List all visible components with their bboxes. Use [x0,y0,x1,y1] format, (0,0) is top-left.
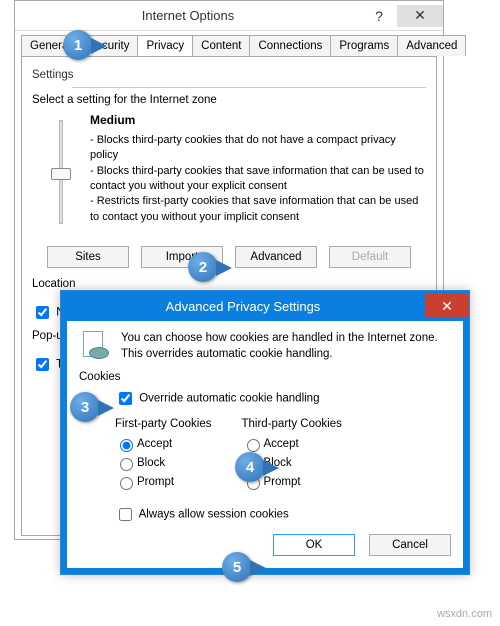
cookies-group: Cookies Override automatic cookie handli… [79,371,451,524]
dialog-title: Advanced Privacy Settings [61,299,425,314]
privacy-level-description: Medium - Blocks third-party cookies that… [90,112,426,232]
callout-2: 2 [188,252,218,282]
advanced-button[interactable]: Advanced [235,246,317,268]
privacy-level-name: Medium [90,112,426,129]
first-party-column: First-party Cookies Accept Block Prompt [115,418,212,493]
cancel-button[interactable]: Cancel [369,534,451,556]
privacy-icon [79,331,111,363]
sites-button[interactable]: Sites [47,246,129,268]
cookies-label: Cookies [79,371,451,383]
advanced-privacy-dialog: Advanced Privacy Settings ✕ You can choo… [60,290,470,575]
never-allow-location-checkbox[interactable] [36,306,49,319]
first-party-block-label: Block [137,457,165,469]
bullet-3: - Restricts first-party cookies that sav… [90,194,426,225]
titlebar: Internet Options ? ✕ [15,1,443,31]
zone-text: Select a setting for the Internet zone [32,94,426,106]
bullet-2: - Blocks third-party cookies that save i… [90,164,426,195]
callout-3: 3 [70,392,100,422]
tab-programs[interactable]: Programs [330,35,398,56]
window-title: Internet Options [15,8,361,23]
divider [72,87,426,88]
dialog-titlebar: Advanced Privacy Settings ✕ [61,291,469,321]
slider-thumb[interactable] [51,168,71,180]
privacy-slider[interactable] [46,112,76,232]
third-party-accept-label: Accept [264,438,299,450]
tab-privacy[interactable]: Privacy [137,35,193,56]
third-party-prompt-label: Prompt [264,476,301,488]
info-text: You can choose how cookies are handled i… [121,331,438,363]
session-cookies-checkbox[interactable] [119,508,132,521]
first-party-accept-radio[interactable] [120,439,133,452]
first-party-block-radio[interactable] [120,458,133,471]
session-row: Always allow session cookies [115,505,451,524]
location-group-label: Location [32,278,426,290]
callout-5: 5 [222,552,252,582]
tab-content[interactable]: Content [192,35,250,56]
session-cookies-label: Always allow session cookies [139,509,289,521]
info-line-1: You can choose how cookies are handled i… [121,331,438,347]
first-party-accept-label: Accept [137,438,172,450]
watermark: wsxdn.com [437,608,492,620]
cookie-columns: First-party Cookies Accept Block Prompt … [115,418,451,493]
override-checkbox[interactable] [119,392,132,405]
turn-on-popup-checkbox[interactable] [36,358,49,371]
tab-advanced[interactable]: Advanced [397,35,466,56]
dialog-button-row: OK Cancel [79,534,451,556]
first-party-label: First-party Cookies [115,418,212,430]
info-line-2: This overrides automatic cookie handling… [121,347,438,363]
override-row: Override automatic cookie handling [115,389,451,408]
first-party-prompt-label: Prompt [137,476,174,488]
tab-connections[interactable]: Connections [249,35,331,56]
dialog-body: You can choose how cookies are handled i… [61,321,469,574]
default-button[interactable]: Default [329,246,411,268]
help-button[interactable]: ? [361,5,397,27]
third-party-label: Third-party Cookies [242,418,342,430]
callout-4: 4 [235,452,265,482]
ok-button[interactable]: OK [273,534,355,556]
bullet-1: - Blocks third-party cookies that do not… [90,133,426,164]
close-button[interactable]: ✕ [397,5,443,27]
dialog-close-button[interactable]: ✕ [425,294,469,318]
third-party-accept-radio[interactable] [247,439,260,452]
callout-1: 1 [63,30,93,60]
privacy-slider-area: Medium - Blocks third-party cookies that… [32,112,426,232]
info-row: You can choose how cookies are handled i… [79,331,451,363]
first-party-prompt-radio[interactable] [120,477,133,490]
settings-group-label: Settings [32,69,426,81]
override-label: Override automatic cookie handling [139,393,319,405]
